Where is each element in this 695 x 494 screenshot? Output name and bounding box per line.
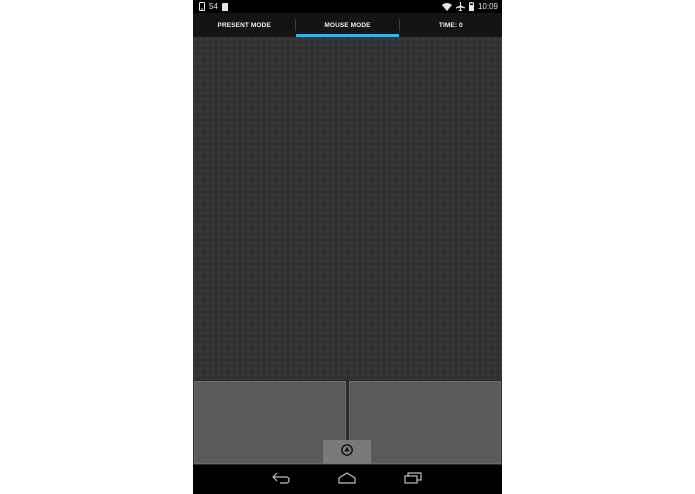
status-time: 10:09 (477, 2, 498, 11)
back-icon (272, 471, 290, 489)
tab-label: TIME: 0 (438, 21, 463, 29)
touchpad-area[interactable] (193, 37, 502, 380)
tab-time[interactable]: TIME: 0 (400, 13, 502, 37)
sd-card-icon (221, 2, 228, 11)
tab-present-mode[interactable]: PRESENT MODE (193, 13, 295, 37)
eject-up-icon (341, 443, 353, 461)
airplane-mode-icon (455, 2, 465, 11)
system-navigation-bar (193, 465, 502, 494)
status-bar: 54 10:09 (193, 0, 502, 13)
battery-icon (468, 2, 474, 11)
home-icon (338, 471, 356, 489)
recents-button[interactable] (401, 472, 425, 488)
tab-label: MOUSE MODE (324, 21, 371, 29)
right-click-button[interactable] (349, 381, 501, 464)
mode-tab-bar: PRESENT MODE MOUSE MODE TIME: 0 (193, 13, 502, 37)
wifi-icon (441, 2, 452, 11)
notification-count: 54 (209, 2, 218, 11)
keyboard-toggle-button[interactable] (323, 440, 371, 464)
status-bar-right: 10:09 (441, 0, 498, 13)
app-window: 54 10:09 PRESENT MODE MOUSE MODE TIME: 0 (193, 0, 502, 494)
phone-icon (199, 2, 205, 11)
back-button[interactable] (269, 472, 293, 488)
tab-label: PRESENT MODE (217, 21, 271, 29)
home-button[interactable] (335, 472, 359, 488)
recents-icon (404, 471, 422, 489)
tab-mouse-mode[interactable]: MOUSE MODE (296, 13, 399, 37)
status-bar-left: 54 (199, 0, 228, 13)
